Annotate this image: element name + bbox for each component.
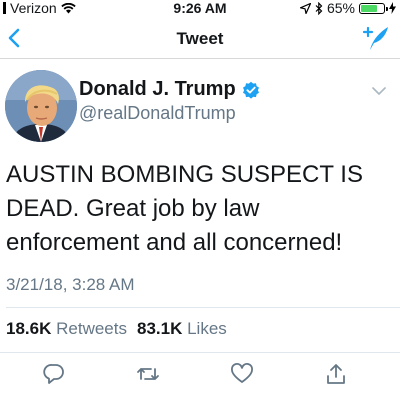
battery-icon <box>359 2 388 14</box>
retweets-stat[interactable]: 18.6K Retweets <box>6 319 127 339</box>
display-name[interactable]: Donald J. Trump <box>79 78 236 101</box>
verified-badge-icon <box>242 81 259 99</box>
tweet-text: AUSTIN BOMBING SUSPECT IS DEAD. Great jo… <box>6 161 363 256</box>
tweet-timestamp: 3/21/18, 3:28 AM <box>6 275 135 294</box>
bluetooth-icon <box>315 1 323 15</box>
divider <box>0 352 400 353</box>
status-bar: Verizon 9:26 AM 65% <box>0 0 400 18</box>
compose-feather-icon[interactable] <box>362 24 390 52</box>
likes-stat[interactable]: 83.1K Likes <box>137 319 227 339</box>
chevron-down-icon[interactable] <box>372 86 386 96</box>
charging-icon <box>389 2 396 14</box>
share-icon[interactable] <box>324 362 348 386</box>
nav-title: Tweet <box>176 29 224 48</box>
user-handle[interactable]: @realDonaldTrump <box>79 103 236 124</box>
name-row: Donald J. Trump <box>79 78 260 101</box>
retweet-icon[interactable] <box>136 362 160 386</box>
retweets-count: 18.6K <box>6 319 52 338</box>
battery-fill <box>361 4 377 12</box>
battery-percent: 65% <box>326 0 355 16</box>
avatar[interactable] <box>5 70 77 142</box>
likes-label: Likes <box>187 319 227 338</box>
tweet-actions <box>0 358 400 392</box>
tweet-stats: 18.6K Retweets 83.1K Likes <box>6 319 227 339</box>
likes-count: 83.1K <box>136 319 183 338</box>
status-right: 65% <box>299 0 396 16</box>
heart-icon[interactable] <box>230 362 254 386</box>
location-icon <box>299 2 311 14</box>
divider <box>6 307 400 308</box>
nav-bar: Tweet <box>0 18 400 59</box>
retweets-label: Retweets <box>56 319 127 338</box>
reply-icon[interactable] <box>42 362 66 386</box>
avatar-image <box>5 70 77 142</box>
